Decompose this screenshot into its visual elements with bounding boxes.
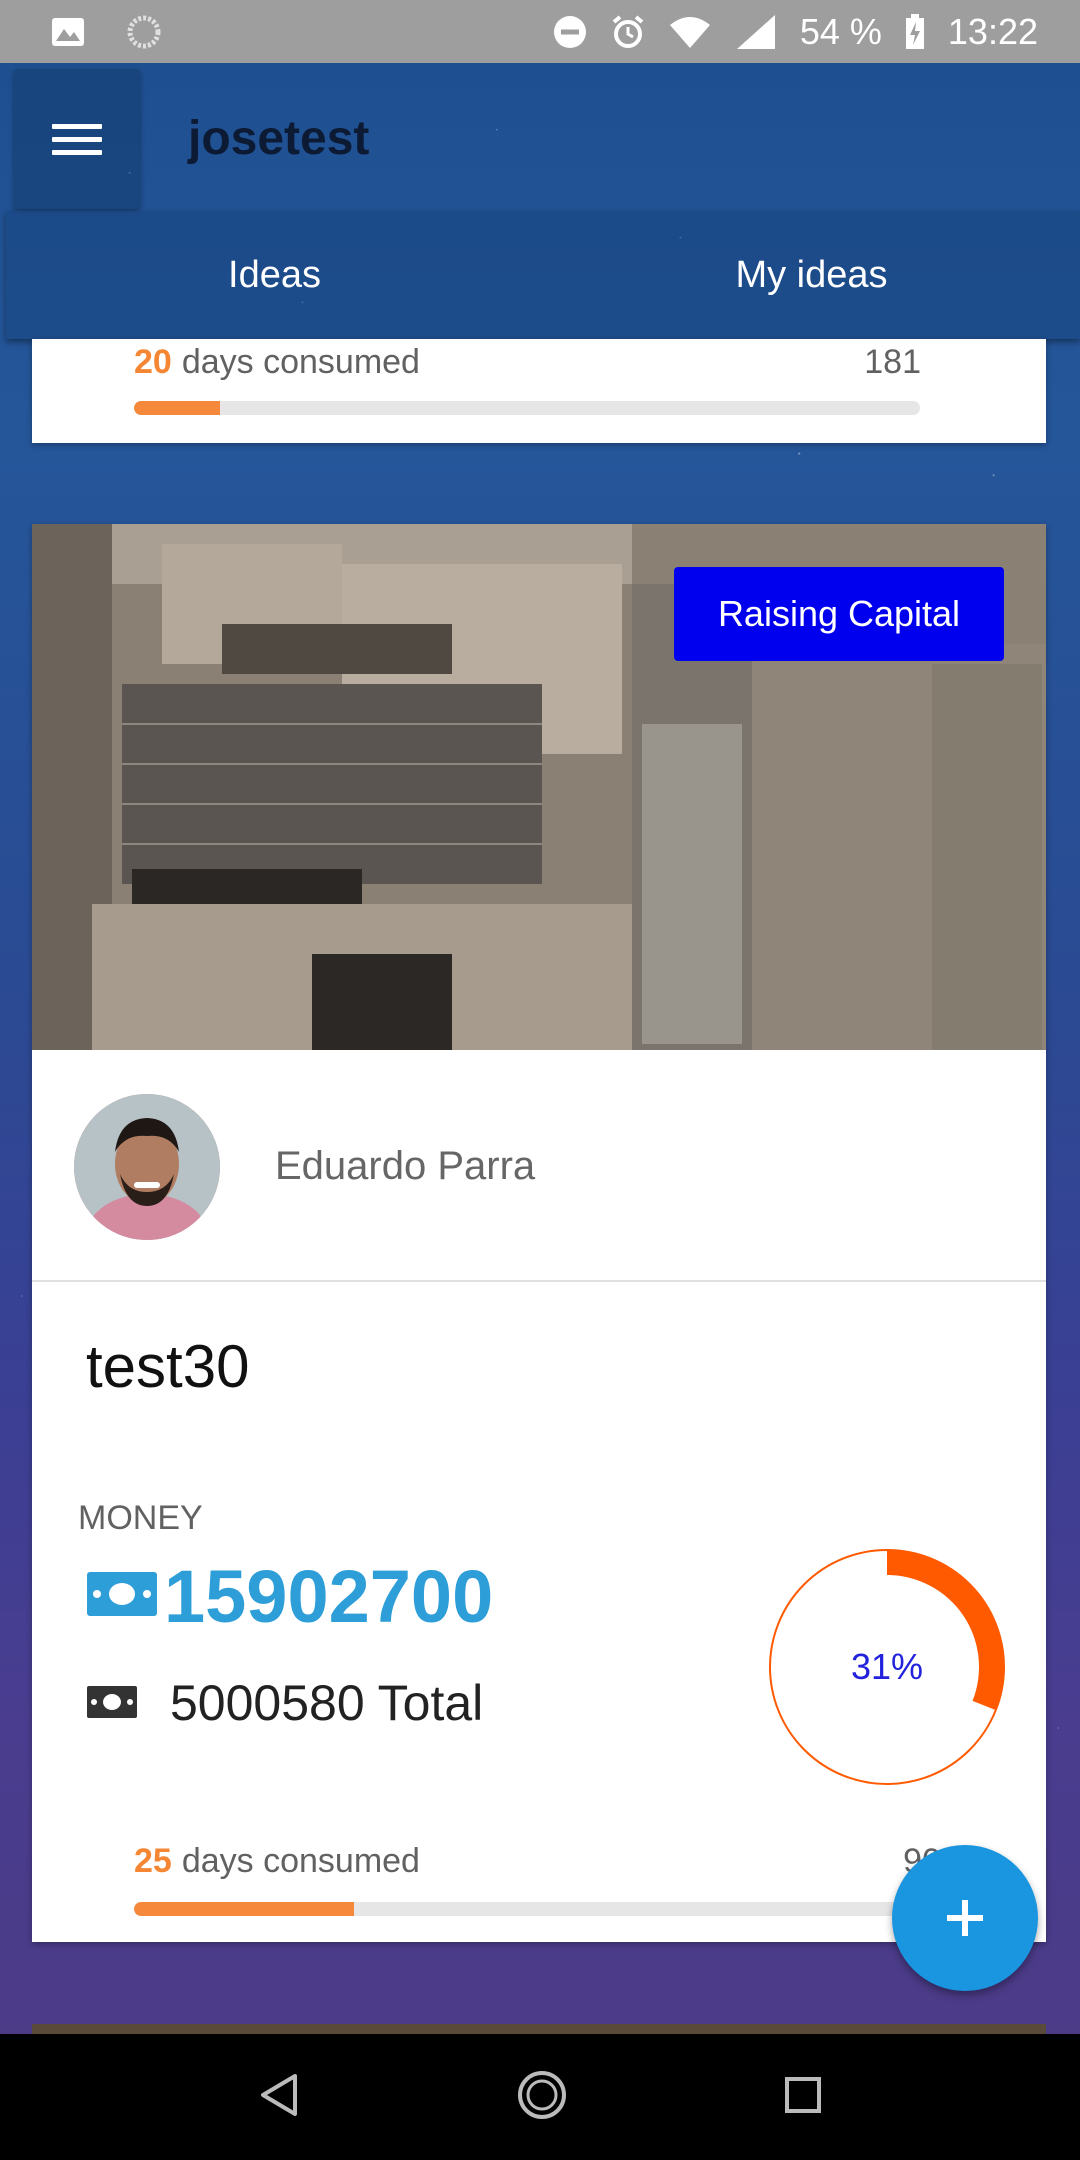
add-idea-button[interactable]	[892, 1845, 1038, 1991]
money-raised: 15902700	[86, 1554, 493, 1639]
alarm-icon	[610, 14, 646, 50]
idea-title-text: test30	[86, 1333, 250, 1400]
donut-percent-label: 31%	[851, 1646, 923, 1687]
menu-icon	[52, 116, 102, 163]
idea-card-content: test30 MONEY 15902700 5000580 Total 31% …	[32, 524, 1046, 1942]
money-icon	[86, 1569, 158, 1624]
funding-donut-chart: 31%	[769, 1549, 1005, 1785]
days-progress-bar	[134, 1902, 920, 1916]
days-progress-fill	[134, 1902, 355, 1916]
tab-bar: Ideas My ideas	[6, 211, 1080, 339]
days-consumed-label: days consumed	[181, 1842, 420, 1880]
days-consumed-count: 25	[134, 1842, 172, 1880]
app-bar: josetest	[0, 63, 1080, 213]
loading-icon	[126, 14, 162, 50]
wifi-icon	[668, 14, 712, 50]
battery-icon	[904, 13, 926, 50]
menu-button[interactable]	[14, 69, 140, 209]
days-consumed-label: days consumed	[181, 343, 420, 381]
battery-percent: 54 %	[799, 10, 882, 52]
home-icon[interactable]	[516, 2069, 568, 2126]
money-icon-small	[86, 1674, 138, 1732]
days-progress-fill	[134, 401, 221, 415]
days-progress-bar	[134, 401, 920, 415]
idea-card-next[interactable]	[32, 2024, 1046, 2034]
money-label: MONEY	[78, 1499, 203, 1537]
tab-ideas[interactable]: Ideas	[6, 211, 543, 339]
days-consumed-count: 20	[134, 343, 172, 381]
days-consumed-row: 25 days consumed 90	[134, 1842, 941, 1881]
page-title: josetest	[188, 112, 370, 165]
idea-card-previous[interactable]: 20 days consumed 181	[32, 339, 1046, 443]
plus-icon	[947, 1900, 983, 1936]
image-icon	[50, 14, 86, 50]
clock: 13:22	[947, 10, 1038, 52]
recents-icon[interactable]	[783, 2075, 823, 2120]
money-total: 5000580 Total	[86, 1674, 483, 1732]
money-raised-value: 15902700	[164, 1555, 494, 1638]
system-nav-bar	[0, 2034, 1080, 2160]
status-bar: 54 % 13:22	[0, 0, 1080, 63]
signal-icon	[734, 14, 778, 50]
dnd-icon	[552, 14, 588, 50]
days-total: 181	[864, 343, 921, 381]
days-consumed-row: 20 days consumed 181	[134, 343, 921, 382]
money-total-value: 5000580 Total	[170, 1675, 484, 1731]
tab-my-ideas[interactable]: My ideas	[543, 211, 1080, 339]
back-icon[interactable]	[257, 2072, 301, 2123]
